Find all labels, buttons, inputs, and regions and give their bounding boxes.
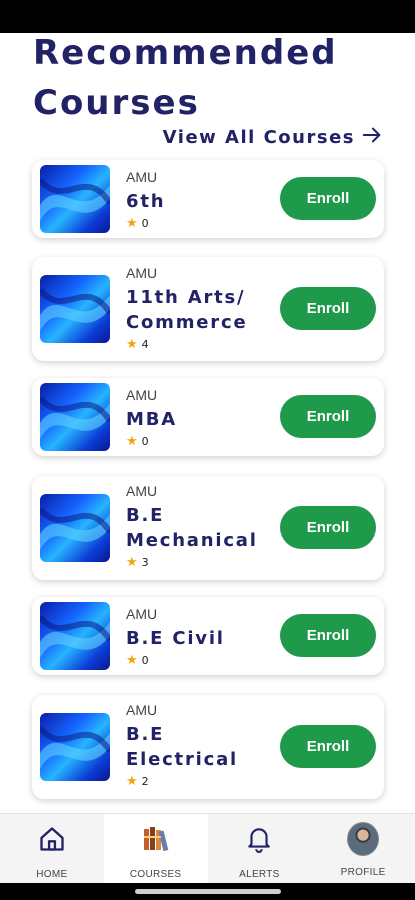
enroll-button[interactable]: Enroll — [280, 614, 376, 657]
course-thumbnail — [40, 713, 110, 781]
course-provider: AMU — [126, 483, 158, 499]
books-icon — [140, 823, 172, 855]
enroll-button[interactable]: Enroll — [280, 287, 376, 330]
course-card[interactable]: AMU B.E Mechanical ★ 3 Enroll — [32, 476, 384, 580]
course-name: B.E Electrical — [126, 724, 238, 770]
course-card[interactable]: AMU B.E Civil ★ 0 Enroll — [32, 597, 384, 675]
rating-value: 3 — [141, 556, 149, 569]
page-title: Recommended Courses — [33, 33, 338, 123]
home-icon — [36, 823, 68, 855]
course-provider: AMU — [126, 702, 158, 718]
view-all-courses-label: View All Courses — [162, 126, 355, 148]
enroll-button[interactable]: Enroll — [280, 506, 376, 549]
course-thumbnail — [40, 165, 110, 233]
course-rating: ★ 2 — [126, 775, 276, 788]
star-icon: ★ — [126, 555, 138, 570]
course-provider: AMU — [126, 265, 158, 281]
course-name: MBA — [126, 409, 177, 430]
course-rating: ★ 0 — [126, 435, 177, 448]
course-card[interactable]: AMU 11th Arts/ Commerce ★ 4 Enroll — [32, 257, 384, 361]
bell-icon — [243, 823, 275, 855]
star-icon: ★ — [126, 653, 138, 668]
course-rating: ★ 3 — [126, 556, 276, 569]
view-all-courses-link[interactable]: View All Courses — [163, 124, 383, 150]
course-rating: ★ 0 — [126, 654, 225, 667]
course-card[interactable]: AMU B.E Electrical ★ 2 Enroll — [32, 695, 384, 799]
nav-item-courses[interactable]: COURSES — [103, 814, 208, 883]
course-thumbnail — [40, 494, 110, 562]
star-icon: ★ — [126, 216, 138, 231]
enroll-button[interactable]: Enroll — [280, 725, 376, 768]
course-thumbnail — [40, 275, 110, 343]
course-card[interactable]: AMU MBA ★ 0 Enroll — [32, 378, 384, 456]
rating-value: 2 — [141, 775, 149, 788]
course-provider: AMU — [126, 387, 158, 403]
avatar — [347, 822, 380, 856]
nav-label: COURSES — [129, 869, 182, 880]
nav-label: ALERTS — [239, 869, 280, 880]
enroll-button[interactable]: Enroll — [280, 177, 376, 220]
course-name: B.E Civil — [126, 628, 225, 649]
course-thumbnail — [40, 602, 110, 670]
rating-value: 0 — [141, 654, 149, 667]
star-icon: ★ — [126, 434, 138, 449]
rating-value: 0 — [141, 217, 149, 230]
nav-label: PROFILE — [340, 867, 386, 878]
enroll-button[interactable]: Enroll — [280, 395, 376, 438]
course-card[interactable]: AMU 6th ★ 0 Enroll — [32, 160, 384, 238]
home-indicator[interactable] — [135, 889, 281, 894]
course-name: B.E Mechanical — [126, 505, 258, 551]
course-name: 6th — [126, 191, 166, 212]
course-rating: ★ 4 — [126, 338, 276, 351]
nav-item-home[interactable]: HOME — [0, 814, 104, 883]
course-name: 11th Arts/ Commerce — [126, 287, 248, 333]
rating-value: 0 — [141, 435, 149, 448]
system-gesture-bar — [0, 883, 415, 900]
course-rating: ★ 0 — [126, 217, 165, 230]
nav-item-profile[interactable]: PROFILE — [311, 814, 415, 883]
course-provider: AMU — [126, 606, 158, 622]
nav-label: HOME — [36, 869, 68, 880]
course-provider: AMU — [126, 169, 158, 185]
star-icon: ★ — [126, 337, 138, 352]
nav-item-alerts[interactable]: ALERTS — [208, 814, 312, 883]
course-thumbnail — [40, 383, 110, 451]
arrow-right-icon — [361, 124, 383, 151]
bottom-nav: HOME COURSES ALERTS PROFILE — [0, 813, 415, 883]
star-icon: ★ — [126, 774, 138, 789]
rating-value: 4 — [141, 338, 149, 351]
